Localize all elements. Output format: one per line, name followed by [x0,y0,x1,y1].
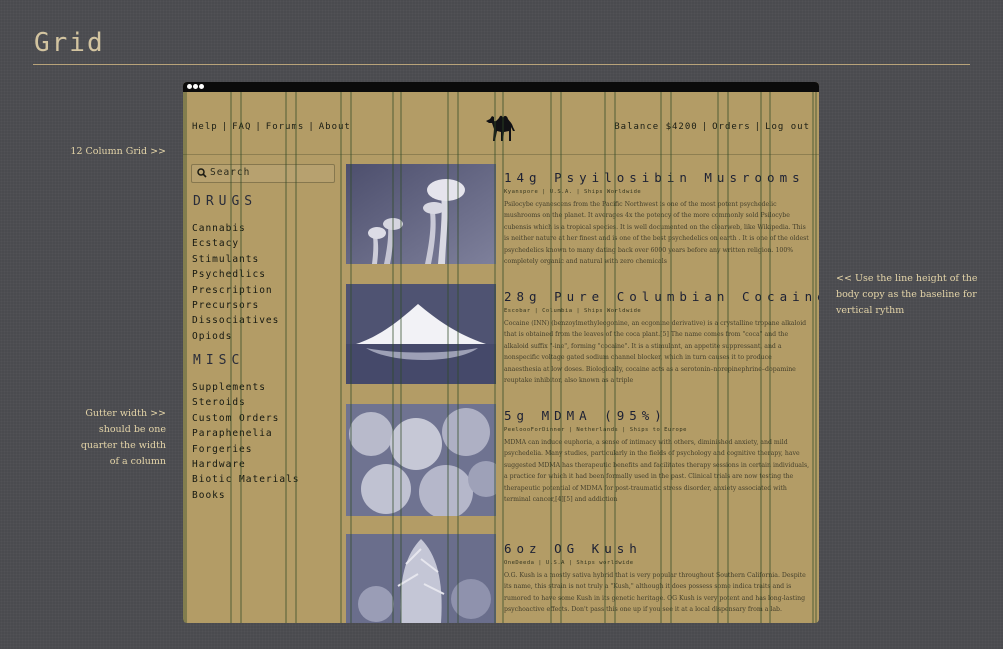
category-ecstacy[interactable]: Ecstacy [192,236,279,251]
product-title[interactable]: 14g Psyilosibin Musrooms [504,170,805,185]
note-line: of a column [109,456,166,467]
category-cannabis[interactable]: Cannabis [192,221,279,236]
mockup-window: Help | FAQ | Forums | About Balance $4200 | Orde… [183,82,819,623]
category-stimulants[interactable]: Stimulants [192,252,279,267]
nav-orders-link[interactable]: Orders [712,122,751,132]
window-titlebar [183,82,819,92]
window-minimize-dot[interactable] [193,84,198,89]
note-line: quarter the width [80,440,166,451]
category-hardware[interactable]: Hardware [192,457,300,472]
page-title: Grid [34,28,105,58]
drugs-category-list: Cannabis Ecstacy Stimulants Psychedlics … [192,221,279,344]
category-psychedlics[interactable]: Psychedlics [192,267,279,282]
category-custom-orders[interactable]: Custom Orders [192,411,300,426]
nav-logout-link[interactable]: Log out [765,122,810,132]
product-image-cocaine[interactable] [346,284,496,384]
category-opiods[interactable]: Opiods [192,329,279,344]
note-line: body copy as the baseline for [836,289,977,300]
title-divider [33,64,970,65]
product-image-mdma[interactable] [346,404,496,516]
product-title[interactable]: 6oz OG Kush [504,541,642,556]
note-line: should be one [98,424,166,435]
product-image-og-kush[interactable] [346,534,496,623]
category-forgeries[interactable]: Forgeries [192,442,300,457]
search-input[interactable]: Search [191,164,335,183]
note-line: Gutter width >> [85,408,166,419]
nav-right: Balance $4200 | Orders | Log out [614,122,810,132]
nav-left: Help | FAQ | Forums | About [192,122,351,132]
misc-heading: MISC [193,353,245,368]
category-steroids[interactable]: Steroids [192,395,300,410]
category-dissociatives[interactable]: Dissociatives [192,313,279,328]
product-description: O.G. Kush is a mostly sativa hybrid that… [504,572,806,614]
product-description: Psilocybe cyanescens from the Pacific No… [504,201,809,266]
product-title[interactable]: 28g Pure Columbian Cocaine [504,289,819,304]
note-gutter-width: Gutter width >> should be one quarter th… [60,406,166,470]
window-close-dot[interactable] [187,84,192,89]
note-line-height: << Use the line height of the body copy … [836,271,986,319]
category-supplements[interactable]: Supplements [192,380,300,395]
category-prescription[interactable]: Prescription [192,283,279,298]
product-meta: PeeloooForDinner | Netherlands | Ships t… [504,427,687,433]
drugs-heading: DRUGS [193,194,258,209]
product-description: Cocaine (INN) (benzoylmethylecgonine, an… [504,320,807,385]
nav-help-link[interactable]: Help [192,122,218,132]
product-meta: Escobar | Columbia | Ships Worldwide [504,308,642,314]
balance-label: Balance $4200 [614,122,698,132]
nav-forums-link[interactable]: Forums [266,122,305,132]
category-paraphenelia[interactable]: Paraphenelia [192,426,300,441]
search-placeholder: Search [210,167,251,178]
category-precursors[interactable]: Precursors [192,298,279,313]
window-maximize-dot[interactable] [199,84,204,89]
category-books[interactable]: Books [192,488,300,503]
product-description: MDMA can induce euphoria, a sense of int… [504,439,810,504]
nav-about-link[interactable]: About [319,122,351,132]
header-divider [183,154,819,155]
camel-icon[interactable] [483,107,519,147]
misc-category-list: Supplements Steroids Custom Orders Parap… [192,380,300,503]
product-title[interactable]: 5g MDMA (95%) [504,408,667,423]
product-meta: Kyanspore | U.S.A. | Ships Worldwide [504,189,642,195]
note-line: vertical rythm [836,305,905,316]
note-line: << Use the line height of the [836,273,978,284]
search-icon [197,168,207,178]
product-meta: OneDeeda | U.S.A | Ships worldwide [504,560,634,566]
product-image-mushrooms[interactable] [346,164,496,264]
note-column-grid: 12 Column Grid >> [70,146,166,157]
category-biotic-materials[interactable]: Biotic Materials [192,472,300,487]
nav-faq-link[interactable]: FAQ [232,122,251,132]
